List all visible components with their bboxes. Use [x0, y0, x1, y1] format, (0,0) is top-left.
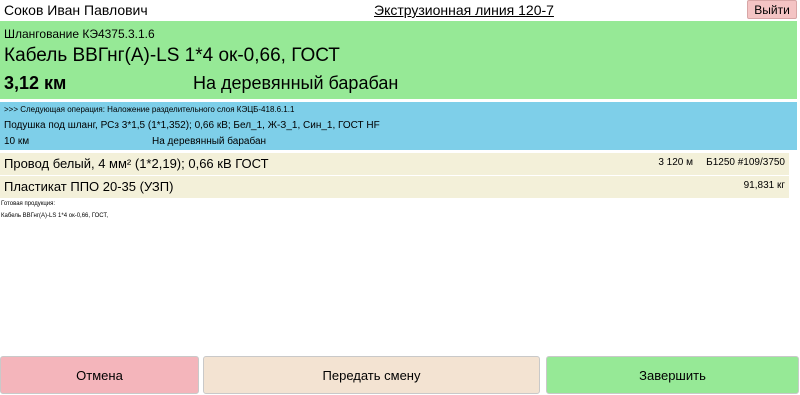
material-row[interactable]: Пластикат ППО 20-35 (УЗП) 91,831 кг: [0, 176, 789, 198]
finished-products-label: Готовая продукция:: [1, 201, 56, 207]
product-name: Кабель ВВГнг(А)-LS 1*4 ок-0,66, ГОСТ: [4, 45, 340, 66]
current-operation-panel: Шлангование КЭ4375.3.1.6 Кабель ВВГнг(А)…: [0, 21, 797, 99]
next-operation-quantity: 10 км: [4, 136, 30, 147]
handover-shift-button[interactable]: Передать смену: [203, 356, 540, 394]
finished-product-item: Кабель ВВГнг(А)-LS 1*4 ок-0,66, ГОСТ,: [1, 213, 109, 219]
exit-button[interactable]: Выйти: [747, 0, 797, 19]
line-title[interactable]: Экструзионная линия 120-7: [374, 2, 554, 18]
operation-quantity: 3,12 км: [4, 73, 67, 93]
next-operation-product: Подушка под шланг, РСз 3*1,5 (1*1,352); …: [4, 120, 380, 131]
operation-package: На деревянный барабан: [193, 73, 399, 93]
material-name: Провод белый, 4 мм² (1*2,19); 0,66 кВ ГО…: [4, 156, 269, 171]
production-screen: Соков Иван Павлович Экструзионная линия …: [0, 0, 800, 395]
material-row[interactable]: Провод белый, 4 мм² (1*2,19); 0,66 кВ ГО…: [0, 153, 789, 175]
top-bar: Соков Иван Павлович Экструзионная линия …: [0, 0, 800, 20]
material-location: Б1250 #109/3750: [706, 157, 785, 168]
operation-code: Шлангование КЭ4375.3.1.6: [4, 27, 155, 41]
material-name: Пластикат ППО 20-35 (УЗП): [4, 179, 174, 194]
next-operation-panel: >>> Следующая операция: Наложение раздел…: [0, 102, 797, 150]
next-operation-package: На деревянный барабан: [152, 136, 267, 147]
cancel-button[interactable]: Отмена: [0, 356, 199, 394]
user-name: Соков Иван Павлович: [4, 2, 148, 18]
next-operation-title: >>> Следующая операция: Наложение раздел…: [4, 105, 295, 114]
material-quantity: 3 120 м: [658, 157, 693, 168]
finish-button[interactable]: Завершить: [546, 356, 799, 394]
material-quantity: 91,831 кг: [743, 180, 785, 191]
